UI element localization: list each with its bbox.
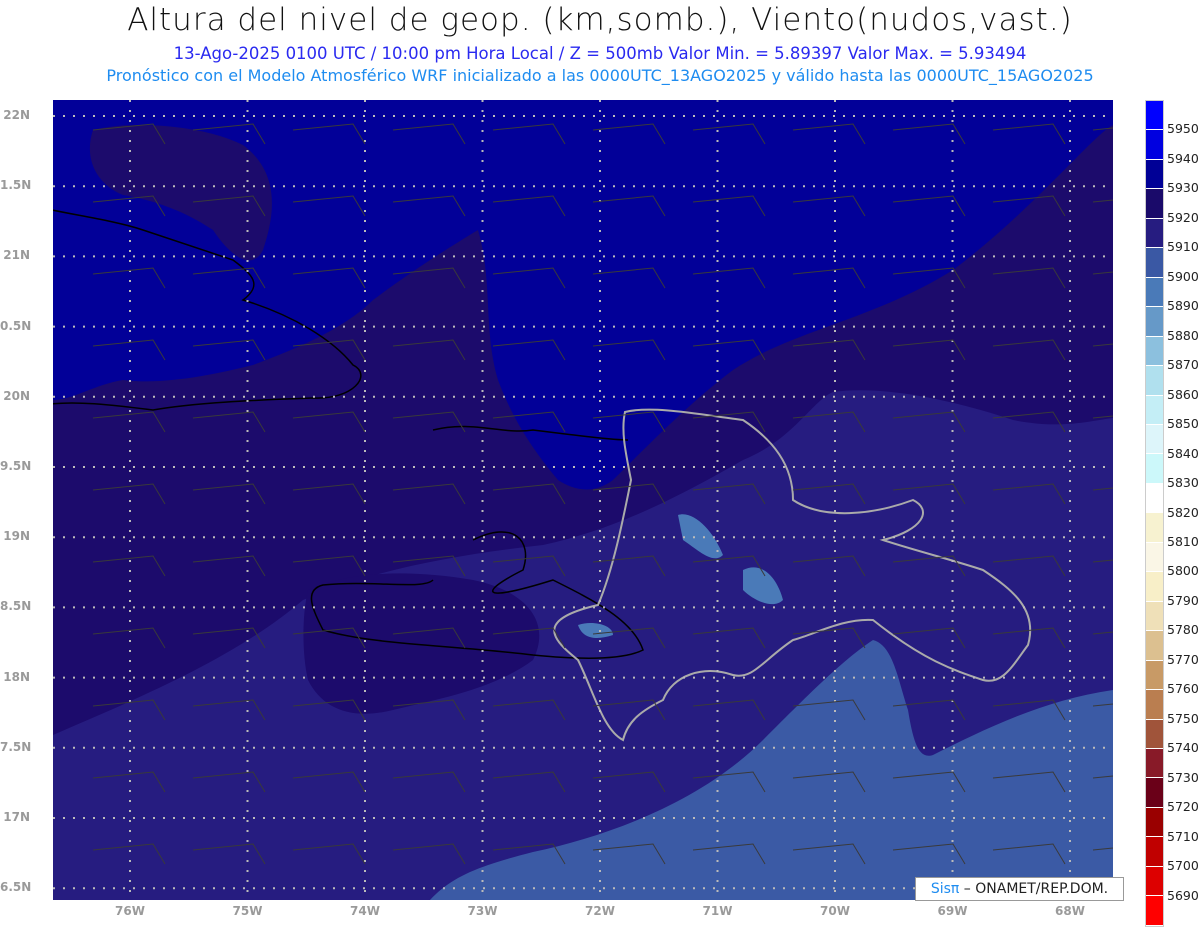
colorbar-swatch	[1146, 660, 1163, 691]
colorbar-label: 5880	[1167, 327, 1199, 343]
colorbar	[1145, 100, 1164, 927]
x-tick-label: 68W	[1055, 904, 1085, 918]
colorbar-swatch	[1146, 189, 1163, 219]
x-tick-label: 74W	[350, 904, 380, 918]
y-tick-label: 21N	[3, 248, 30, 263]
y-tick-label: 17N	[3, 810, 30, 824]
colorbar-label: 5850	[1167, 416, 1199, 432]
colorbar-swatch	[1146, 395, 1163, 425]
colorbar-swatch	[1146, 837, 1163, 867]
colorbar-swatch	[1146, 719, 1163, 749]
colorbar-label: 5790	[1167, 592, 1199, 608]
colorbar-label: 5690	[1167, 887, 1199, 903]
chart-title: Altura del nivel de geop. (km,somb.), Vi…	[127, 2, 1073, 38]
x-tick-label: 75W	[232, 904, 263, 918]
colorbar-swatch	[1146, 866, 1163, 897]
colorbar-label: 5900	[1167, 268, 1199, 284]
colorbar-label: 5730	[1167, 769, 1199, 785]
sispi-logo: Sisπ	[930, 881, 960, 897]
colorbar-label: 5860	[1167, 386, 1199, 402]
colorbar-label: 5800	[1167, 563, 1199, 579]
colorbar-swatch	[1146, 572, 1163, 602]
colorbar-label: 5750	[1167, 710, 1199, 726]
colorbar-label: 5740	[1167, 740, 1199, 756]
colorbar-swatch	[1146, 748, 1163, 779]
chart-subtitle-model: Pronóstico con el Modelo Atmosférico WRF…	[106, 66, 1094, 85]
y-tick-label: 6.5N	[0, 880, 32, 895]
colorbar-swatch	[1146, 366, 1163, 396]
onamet-logo: Sisπ – ONAMET/REP.DOM.	[915, 877, 1124, 901]
x-tick-label: 76W	[115, 904, 145, 918]
colorbar-label: 5710	[1167, 828, 1199, 844]
colorbar-swatch	[1146, 542, 1163, 573]
y-tick-label: 8.5N	[0, 599, 32, 614]
colorbar-swatch	[1146, 778, 1163, 808]
y-tick-label: 9.5N	[0, 459, 32, 473]
colorbar-swatch	[1146, 513, 1163, 543]
x-tick-label: 73W	[467, 904, 498, 918]
colorbar-label: 5920	[1167, 209, 1199, 225]
colorbar-swatch	[1146, 690, 1163, 720]
y-tick-label: 19N	[3, 529, 30, 544]
colorbar-label: 5820	[1167, 504, 1199, 520]
colorbar-swatch	[1146, 336, 1163, 367]
map-plot	[53, 100, 1113, 900]
y-tick-label: 22N	[3, 108, 30, 122]
y-tick-label: 0.5N	[0, 318, 32, 333]
y-tick-label: 1.5N	[0, 178, 32, 193]
colorbar-swatch	[1146, 483, 1163, 514]
colorbar-swatch	[1146, 896, 1163, 926]
colorbar-swatch	[1146, 454, 1163, 484]
colorbar-swatch	[1146, 101, 1163, 131]
y-tick-label: 7.5N	[0, 739, 32, 754]
colorbar-swatch	[1146, 601, 1163, 632]
colorbar-label: 5760	[1167, 681, 1199, 697]
y-tick-label: 18N	[3, 669, 30, 684]
chart-subtitle-date: 13-Ago-2025 0100 UTC / 10:00 pm Hora Loc…	[173, 44, 1027, 63]
colorbar-label: 5910	[1167, 239, 1199, 255]
y-tick-label: 20N	[3, 388, 30, 403]
colorbar-swatch	[1146, 277, 1163, 308]
colorbar-swatch	[1146, 807, 1163, 838]
colorbar-label: 5940	[1167, 150, 1199, 166]
colorbar-label: 5780	[1167, 622, 1199, 638]
colorbar-label: 5950	[1167, 121, 1199, 137]
colorbar-label: 5720	[1167, 799, 1199, 815]
colorbar-label: 5870	[1167, 357, 1199, 373]
colorbar-label: 5840	[1167, 445, 1199, 461]
colorbar-swatch	[1146, 631, 1163, 661]
x-tick-label: 70W	[820, 904, 850, 918]
colorbar-label: 5890	[1167, 298, 1199, 314]
colorbar-label: 5810	[1167, 533, 1199, 549]
x-tick-label: 72W	[585, 904, 615, 918]
colorbar-label: 5770	[1167, 651, 1199, 667]
colorbar-label: 5930	[1167, 180, 1199, 196]
logo-text: – ONAMET/REP.DOM.	[959, 881, 1109, 897]
colorbar-swatch	[1146, 218, 1163, 249]
colorbar-label: 5830	[1167, 475, 1199, 491]
colorbar-swatch	[1146, 307, 1163, 337]
colorbar-label: 5700	[1167, 858, 1199, 874]
x-tick-label: 71W	[702, 904, 733, 918]
x-tick-label: 69W	[937, 904, 968, 918]
colorbar-swatch	[1146, 424, 1163, 455]
colorbar-swatch	[1146, 248, 1163, 278]
colorbar-swatch	[1146, 130, 1163, 160]
colorbar-swatch	[1146, 159, 1163, 190]
